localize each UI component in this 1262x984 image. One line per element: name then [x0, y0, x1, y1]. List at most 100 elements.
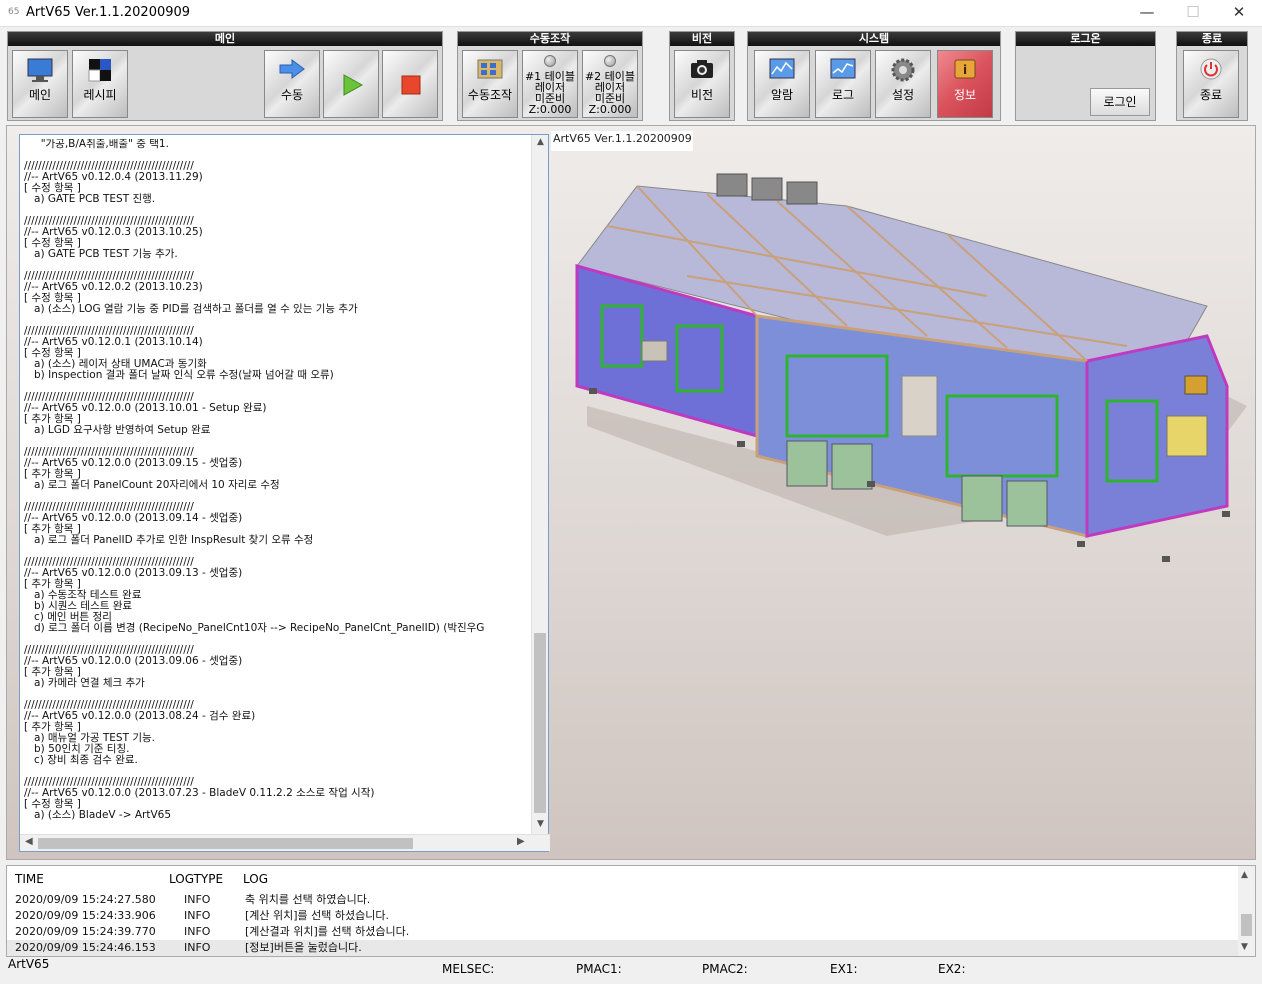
- version-label: ArtV65 Ver.1.1.20200909: [551, 131, 693, 151]
- changelog-line: //-- ArtV65 v0.12.0.1 (2013.10.14): [24, 336, 203, 348]
- recipe-button-label: 레시피: [83, 88, 117, 102]
- scroll-down-icon[interactable]: ▼: [532, 819, 549, 829]
- close-button[interactable]: ✕: [1216, 0, 1262, 27]
- exit-button[interactable]: 종료: [1183, 50, 1239, 118]
- main-view: "가공,B/A취출,배출" 중 택1./////////////////////…: [6, 125, 1256, 860]
- table2-laser-button[interactable]: #2 테이블 레이저 미준비 Z:0.000: [582, 50, 638, 118]
- scroll-up-icon[interactable]: ▲: [532, 137, 549, 147]
- changelog-line: a) GATE PCB TEST 기능 추가.: [24, 248, 178, 260]
- changelog-line: "가공,B/A취출,배출" 중 택1.: [24, 139, 169, 150]
- changelog-line: a) GATE PCB TEST 진행.: [24, 193, 156, 205]
- log-message: 축 위치를 선택 하였습니다.: [245, 893, 371, 906]
- changelog-line: a) 로그 폴더 PanelCount 20자리에서 10 자리로 수정: [24, 479, 280, 491]
- main-button[interactable]: 메인: [12, 50, 68, 118]
- log-row[interactable]: 2020/09/09 15:24:46.153 INFO [정보]버튼을 눌렀습…: [7, 940, 1239, 956]
- settings-button[interactable]: 설정: [875, 50, 931, 118]
- alarm-button[interactable]: 알람: [754, 50, 810, 118]
- changelog-line: //-- ArtV65 v0.12.0.0 (2013.09.06 - 셋업중): [24, 655, 243, 667]
- vision-button-label: 비전: [690, 88, 714, 102]
- group-main-header: 메인: [8, 32, 442, 46]
- settings-button-label: 설정: [891, 88, 915, 102]
- log-panel: TIME LOGTYPE LOG 2020/09/09 15:24:27.580…: [6, 865, 1256, 957]
- table1-laser-label: #1 테이블 레이저 미준비 Z:0.000: [524, 70, 576, 116]
- log-row[interactable]: 2020/09/09 15:24:39.770 INFO [계산결과 위치]를 …: [7, 924, 1239, 940]
- stop-icon: [401, 75, 421, 95]
- gear-icon: [891, 58, 915, 82]
- log-vertical-scrollbar[interactable]: ▲ ▼: [1238, 866, 1255, 956]
- group-exit-header: 종료: [1177, 32, 1247, 46]
- log-message: [계산결과 위치]를 선택 하셨습니다.: [245, 925, 410, 938]
- changelog-text[interactable]: "가공,B/A취출,배출" 중 택1./////////////////////…: [24, 139, 532, 831]
- changelog-line: //-- ArtV65 v0.12.0.0 (2013.09.15 - 셋업중): [24, 457, 243, 469]
- machine-3d-illustration: [575, 173, 1247, 562]
- table2-laser-label: #2 테이블 레이저 미준비 Z:0.000: [584, 70, 636, 116]
- manual-ops-button[interactable]: 수동조작: [462, 50, 518, 118]
- log-type: INFO: [184, 893, 211, 906]
- manual-ops-button-label: 수동조작: [467, 88, 513, 102]
- changelog-line: a) 로그 폴더 PanelID 추가로 인한 InspResult 찾기 오류…: [24, 534, 314, 546]
- info-button[interactable]: i 정보: [937, 50, 993, 118]
- log-column-time[interactable]: TIME: [15, 866, 44, 892]
- changelog-line: //-- ArtV65 v0.12.0.0 (2013.09.14 - 셋업중): [24, 512, 243, 524]
- window-title: ArtV65 Ver.1.1.20200909: [26, 5, 191, 20]
- login-button[interactable]: 로그인: [1090, 88, 1150, 116]
- changelog-line: //-- ArtV65 v0.12.0.4 (2013.11.29): [24, 171, 203, 183]
- log-column-logtype[interactable]: LOGTYPE: [169, 866, 223, 892]
- vision-button[interactable]: 비전: [674, 50, 730, 118]
- manual-button-label: 수동: [280, 88, 304, 102]
- power-icon: [1200, 58, 1222, 80]
- manual-button[interactable]: 수동: [264, 50, 320, 118]
- log-type: INFO: [184, 941, 211, 954]
- changelog-vscroll-thumb[interactable]: [534, 633, 546, 813]
- maximize-button[interactable]: ☐: [1170, 0, 1216, 27]
- changelog-line: c) 장비 최종 검수 완료.: [24, 754, 138, 766]
- log-time: 2020/09/09 15:24:39.770: [15, 925, 156, 938]
- log-button[interactable]: 로그: [815, 50, 871, 118]
- log-message: [정보]버튼을 눌렀습니다.: [245, 941, 362, 954]
- log-chart-icon: [830, 58, 856, 79]
- log-row[interactable]: 2020/09/09 15:24:33.906 INFO [계산 위치]를 선택…: [7, 908, 1239, 924]
- log-time: 2020/09/09 15:24:27.580: [15, 893, 156, 906]
- changelog-hscroll-thumb[interactable]: [38, 838, 413, 849]
- changelog-line: b) Inspection 결과 폴더 날짜 인식 오류 수정(날짜 넘어갈 때…: [24, 369, 334, 381]
- changelog-line: //-- ArtV65 v0.12.0.2 (2013.10.23): [24, 281, 203, 293]
- status-bar: ArtV65 MELSEC: PMAC1: PMAC2: EX1: EX2:: [0, 957, 1262, 984]
- group-main: 메인 메인 레시피 수동: [7, 31, 443, 121]
- changelog-line: //-- ArtV65 v0.12.0.0 (2013.09.13 - 셋업중): [24, 567, 243, 579]
- recipe-icon: [88, 59, 111, 82]
- log-scroll-up-icon[interactable]: ▲: [1241, 870, 1248, 880]
- start-button[interactable]: [323, 50, 379, 118]
- log-column-log[interactable]: LOG: [243, 866, 268, 892]
- log-time: 2020/09/09 15:24:46.153: [15, 941, 156, 954]
- log-type: INFO: [184, 909, 211, 922]
- scroll-right-icon[interactable]: ▶: [517, 836, 525, 847]
- changelog-line: a) (소스) BladeV -> ArtV65: [24, 809, 172, 821]
- log-button-label: 로그: [831, 88, 855, 102]
- info-icon: i: [954, 59, 976, 79]
- changelog-vertical-scrollbar[interactable]: ▲ ▼: [531, 135, 548, 835]
- log-type: INFO: [184, 925, 211, 938]
- table1-laser-button[interactable]: #1 테이블 레이저 미준비 Z:0.000: [522, 50, 578, 118]
- group-system: 시스템 알람 로그 설정 i 정보: [747, 31, 1001, 121]
- table1-status-led: [544, 55, 556, 67]
- recipe-button[interactable]: 레시피: [72, 50, 128, 118]
- status-app-name: ArtV65: [8, 957, 50, 971]
- status-ex1: EX1:: [830, 962, 858, 976]
- group-exit: 종료 종료: [1176, 31, 1248, 121]
- changelog-line: //-- ArtV65 v0.12.0.0 (2013.10.01 - Setu…: [24, 402, 267, 414]
- log-scroll-thumb[interactable]: [1241, 914, 1252, 936]
- group-system-header: 시스템: [748, 32, 1000, 46]
- log-scroll-down-icon[interactable]: ▼: [1241, 942, 1248, 952]
- status-pmac2: PMAC2:: [702, 962, 748, 976]
- scroll-left-icon[interactable]: ◀: [25, 836, 33, 847]
- exit-button-label: 종료: [1199, 88, 1223, 102]
- main-button-label: 메인: [28, 88, 52, 102]
- group-manual-ops: 수동조작 수동조작 #1 테이블 레이저 미준비 Z:0.000 #2 테이블 …: [457, 31, 643, 121]
- svg-text:i: i: [963, 63, 967, 77]
- log-row[interactable]: 2020/09/09 15:24:27.580 INFO 축 위치를 선택 하였…: [7, 892, 1239, 908]
- changelog-horizontal-scrollbar[interactable]: ◀ ▶: [20, 834, 550, 851]
- group-vision: 비전 비전: [669, 31, 735, 121]
- app-icon: 65: [8, 7, 20, 17]
- stop-button[interactable]: [382, 50, 438, 118]
- minimize-button[interactable]: —: [1124, 0, 1170, 27]
